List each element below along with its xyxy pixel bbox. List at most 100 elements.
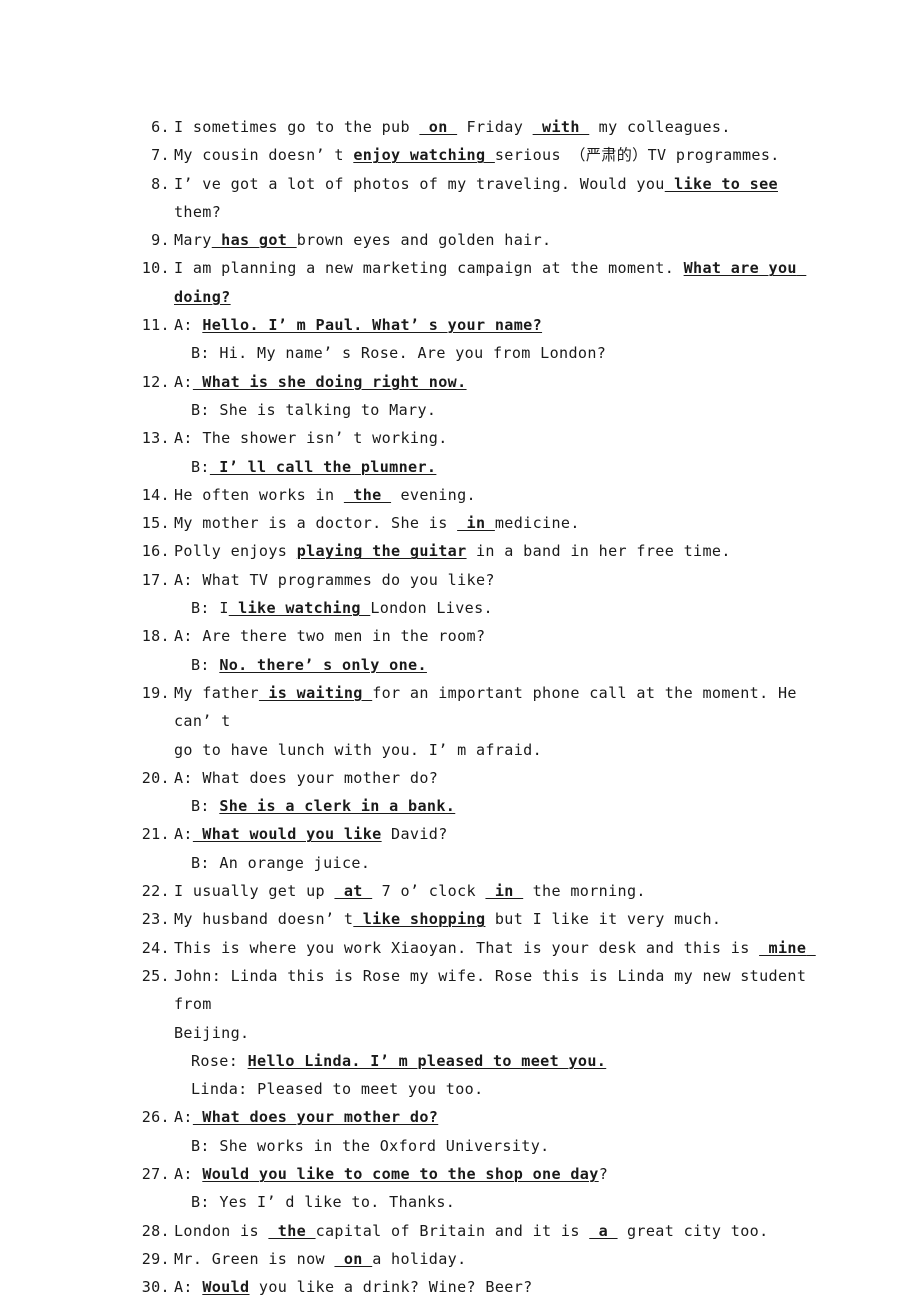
answer-text: with (532, 118, 590, 136)
item-text: I usually get up at 7 o’ clock in the mo… (170, 877, 812, 905)
item-text: A: The shower isn’ t working. (170, 424, 812, 452)
answer-text: like shopping (353, 910, 486, 929)
line-text: Would you like to come to the shop one d… (202, 1165, 608, 1183)
speaker-label: A: (174, 429, 203, 448)
answer-text: a (589, 1221, 618, 1240)
plain-text: I’ ve got a lot of photos of my travelin… (174, 174, 665, 193)
plain-text: She is talking to Mary. (219, 400, 437, 419)
item-text: My mother is a doctor. She is in medicin… (170, 509, 812, 537)
speaker-label: B: (191, 457, 210, 476)
item-text: This is where you work Xiaoyan. That is … (170, 934, 812, 962)
item-number: 29. (141, 1249, 170, 1268)
line-text: The shower isn’ t working. (202, 429, 447, 447)
speaker-label: B: (191, 797, 220, 816)
speaker-label: B: (191, 655, 220, 674)
answer-text: enjoy watching (353, 146, 495, 165)
speaker-label: A: (174, 372, 193, 391)
plain-text: Polly enjoys (174, 542, 297, 561)
item-text: B: She is talking to Mary. (170, 396, 812, 424)
exercise-item: 9. Mary has got brown eyes and golden hai… (134, 226, 812, 254)
line-text: I usually get up at 7 o’ clock in the mo… (174, 882, 646, 900)
document-page: 6. I sometimes go to the pub on Friday wi… (0, 0, 920, 1302)
item-number: 23. (141, 910, 170, 929)
exercise-item: 8. I’ ve got a lot of photos of my travel… (134, 170, 812, 227)
item-text: I’ ve got a lot of photos of my travelin… (170, 170, 812, 227)
line-text: My mother is a doctor. She is in medicin… (174, 514, 580, 532)
exercise-item-line: go to have lunch with you. I’ m afraid. (134, 736, 812, 764)
item-number: 27. (141, 1164, 170, 1183)
answer-text: She is a clerk in a bank. (219, 797, 456, 816)
plain-text: John: Linda this is Rose my wife. Rose t… (174, 966, 816, 1014)
speaker-label: A: (174, 1108, 193, 1127)
item-number: 21. (141, 825, 170, 844)
exercise-item: 21. A: What would you like David? (134, 820, 812, 848)
speaker-label: A: (174, 825, 193, 844)
line-text: Polly enjoys playing the guitar in a ban… (174, 542, 731, 560)
item-number: 18. (141, 627, 170, 646)
line-text: My cousin doesn’ t enjoy watching seriou… (174, 146, 780, 164)
exercise-item-line: Beijing. (134, 1019, 812, 1047)
line-text: go to have lunch with you. I’ m afraid. (174, 741, 542, 759)
speaker-label: B: (191, 853, 220, 872)
line-text: My father is waiting for an important ph… (174, 684, 806, 730)
item-number: 22. (141, 882, 170, 901)
exercise-item: 20. A: What does your mother do? (134, 764, 812, 792)
plain-text: my colleagues. (589, 118, 731, 136)
answer-text: on (334, 1249, 373, 1268)
item-number: 26. (141, 1108, 170, 1127)
item-text: A: Would you like a drink? Wine? Beer? (170, 1273, 812, 1301)
plain-text: in a band in her free time. (466, 542, 731, 561)
line-text: My husband doesn’ t like shopping but I … (174, 910, 721, 928)
plain-text: My cousin doesn’ t (174, 146, 354, 165)
answer-text: is waiting (258, 683, 373, 702)
exercise-item: 23. My husband doesn’ t like shopping but… (134, 905, 812, 933)
answer-text: on (419, 118, 458, 136)
answer-text: mine (759, 938, 816, 957)
item-number: 12. (141, 372, 170, 391)
plain-text: capital of Britain and it is (315, 1221, 590, 1240)
line-text: Yes I’ d like to. Thanks. (219, 1193, 455, 1211)
item-text: B: I’ ll call the plumner. (170, 453, 812, 481)
line-text: What would you like David? (193, 825, 448, 843)
plain-text: Are there two men in the room? (202, 627, 486, 646)
plain-text: Hi. My name’ s Rose. Are you from London… (219, 344, 607, 363)
answer-text: What would you like (192, 825, 382, 844)
plain-text: He often works in (174, 485, 344, 504)
line-text: She is talking to Mary. (219, 401, 436, 419)
exercise-item: 12. A: What is she doing right now. (134, 368, 812, 396)
item-text: A: Are there two men in the room? (170, 622, 812, 650)
exercise-item: 24. This is where you work Xiaoyan. That … (134, 934, 812, 962)
answer-text: in (457, 514, 495, 533)
line-text: I’ ll call the plumner. (210, 458, 437, 476)
item-number: 13. (141, 429, 170, 448)
plain-text: The shower isn’ t working. (202, 429, 448, 448)
exercise-item-line: B: I like watching London Lives. (134, 594, 812, 622)
item-number: 10. (141, 259, 170, 278)
item-text: Polly enjoys playing the guitar in a ban… (170, 537, 812, 565)
line-text: What TV programmes do you like? (202, 571, 495, 589)
plain-text: serious （严肃的）TV programmes. (494, 146, 780, 165)
exercise-item-line: B: No. there’ s only one. (134, 651, 812, 679)
item-text: I sometimes go to the pub on Friday with… (170, 113, 812, 141)
plain-text: a holiday. (372, 1249, 467, 1268)
plain-text: An orange juice. (219, 853, 371, 872)
plain-text: Yes I’ d like to. Thanks. (219, 1193, 456, 1212)
exercise-item: 22. I usually get up at 7 o’ clock in the… (134, 877, 812, 905)
speaker-label: B: (191, 400, 220, 419)
plain-text: My father (174, 683, 259, 702)
item-number: 24. (141, 938, 170, 957)
plain-text: brown eyes and golden hair. (296, 231, 552, 250)
answer-text: No. there’ s only one. (219, 655, 427, 674)
speaker-label: A: (174, 1164, 203, 1183)
exercise-item-line: B: She is a clerk in a bank. (134, 792, 812, 820)
exercise-item: 17. A: What TV programmes do you like? (134, 566, 812, 594)
plain-text: My mother is a doctor. She is (174, 514, 458, 533)
plain-text: 7 o’ clock (372, 882, 486, 901)
line-text: Hi. My name’ s Rose. Are you from London… (219, 344, 606, 362)
item-text: Mary has got brown eyes and golden hair. (170, 226, 812, 254)
item-text: A: What does your mother do? (170, 1103, 812, 1131)
answer-text: like to see (664, 174, 778, 193)
exercise-item-line: B: She works in the Oxford University. (134, 1132, 812, 1160)
plain-text: I usually get up (174, 882, 335, 901)
item-number: 9. (151, 231, 170, 250)
